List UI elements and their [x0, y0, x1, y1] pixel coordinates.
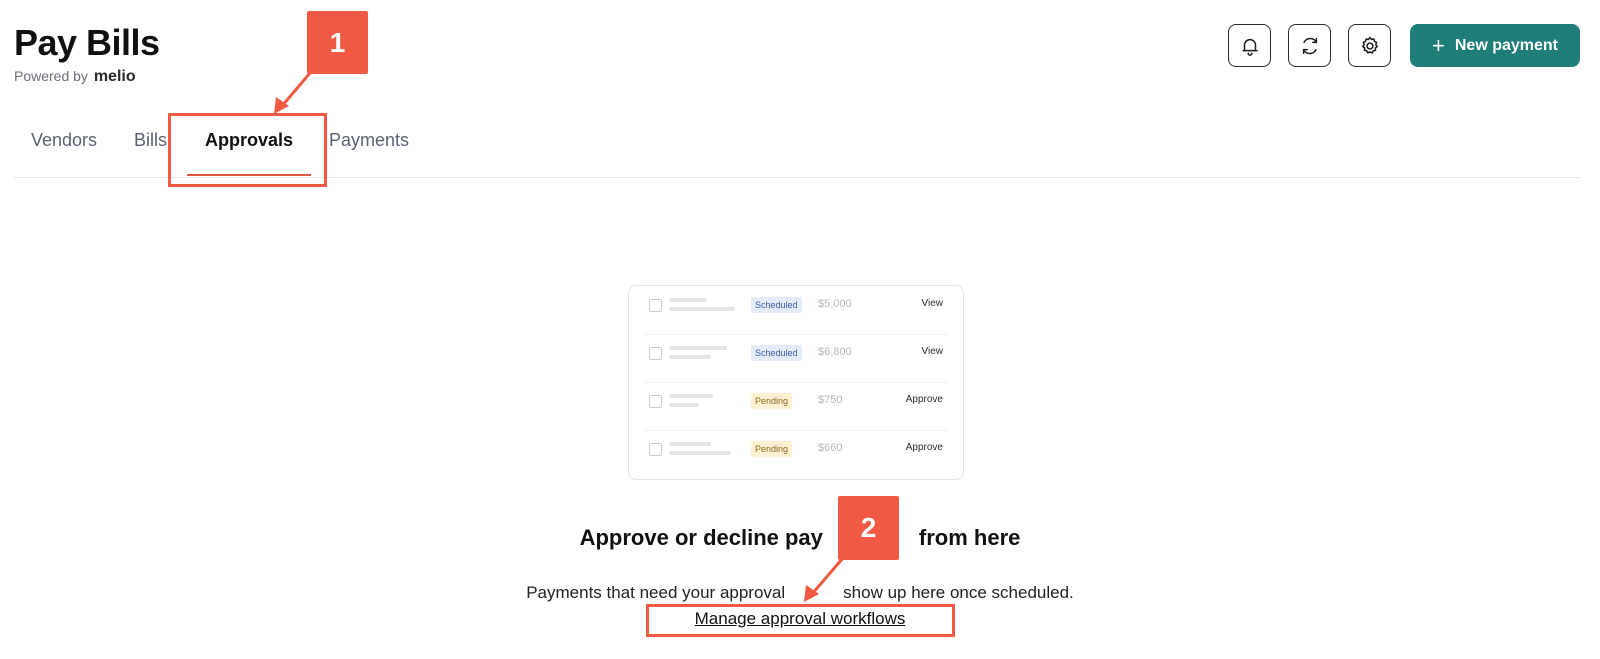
illustration-row: Scheduled $6,800 View	[643, 334, 949, 382]
illustration-row: Pending $750 Approve	[643, 382, 949, 430]
callout-highlight-approvals	[168, 113, 327, 187]
empty-state-description: Payments that need your approval show up …	[0, 583, 1600, 603]
new-payment-button[interactable]: + New payment	[1410, 24, 1580, 67]
checkbox-icon	[649, 443, 662, 456]
gear-icon	[1361, 36, 1378, 54]
placeholder-line	[669, 355, 711, 359]
callout-highlight-manage-link	[646, 604, 955, 637]
row-action: View	[921, 298, 944, 309]
checkbox-icon	[649, 395, 662, 408]
empty-desc-end: show up here once scheduled.	[843, 583, 1074, 602]
row-action: Approve	[905, 394, 943, 405]
checkbox-icon	[649, 299, 662, 312]
callout-number-1: 1	[307, 11, 368, 74]
settings-button[interactable]	[1348, 24, 1391, 67]
arrow-1-head	[274, 97, 289, 114]
placeholder-line	[669, 307, 735, 311]
status-badge: Scheduled	[751, 297, 802, 313]
placeholder-line	[669, 442, 711, 446]
placeholder-line	[669, 451, 731, 455]
powered-by: Powered by melio	[14, 68, 136, 86]
empty-title-start: Approve or decline pay	[579, 525, 823, 550]
placeholder-line	[669, 298, 707, 302]
callout-number-2: 2	[838, 496, 899, 560]
bell-icon	[1241, 38, 1258, 56]
empty-title-end: from here	[918, 525, 1021, 550]
placeholder-line	[669, 394, 713, 398]
arrow-1-line	[280, 72, 312, 107]
notifications-button[interactable]	[1228, 24, 1271, 67]
plus-icon: +	[1432, 32, 1445, 58]
status-badge: Pending	[751, 393, 793, 409]
tab-vendors[interactable]: Vendors	[31, 130, 97, 151]
amount: $5,000	[818, 298, 852, 310]
empty-desc-start: Payments that need your approval	[526, 583, 786, 602]
placeholder-line	[669, 346, 727, 350]
melio-logo: melio	[93, 68, 136, 85]
status-badge: Pending	[751, 441, 793, 457]
tab-payments[interactable]: Payments	[329, 130, 409, 151]
page-title: Pay Bills	[14, 22, 160, 63]
status-badge: Scheduled	[751, 345, 802, 361]
new-payment-label: New payment	[1454, 36, 1558, 54]
checkbox-icon	[649, 347, 662, 360]
illustration-row: Scheduled $5,000 View	[643, 286, 949, 334]
empty-state-title: Approve or decline pay from here	[0, 525, 1600, 551]
powered-by-label: Powered by	[14, 68, 88, 84]
tab-bills[interactable]: Bills	[134, 130, 167, 151]
illustration-row: Pending $660 Approve	[643, 430, 949, 478]
amount: $750	[818, 394, 843, 406]
row-action: View	[921, 346, 944, 357]
placeholder-line	[669, 403, 699, 407]
refresh-icon	[1302, 37, 1317, 54]
refresh-button[interactable]	[1288, 24, 1331, 67]
amount: $6,800	[818, 346, 852, 358]
approvals-illustration: Scheduled $5,000 View Scheduled $6,800 V…	[628, 285, 964, 480]
row-action: Approve	[905, 442, 943, 453]
amount: $660	[818, 442, 843, 454]
